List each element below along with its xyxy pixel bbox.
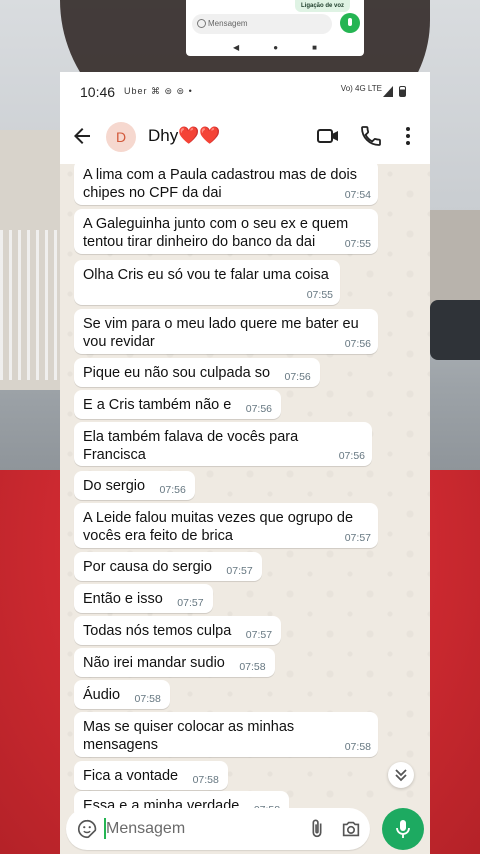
message-bubble[interactable]: Ela também falava de vocês para Francisc… — [74, 422, 372, 466]
scroll-down-icon[interactable] — [388, 762, 414, 788]
mini-back-icon: ◀ — [233, 42, 240, 52]
chat-header: D Dhy❤️❤️ — [60, 108, 430, 164]
mic-button[interactable] — [382, 808, 424, 850]
message-time: 07:56 — [159, 484, 186, 496]
input-bar: Mensagem — [60, 804, 430, 854]
mini-mic-icon — [340, 13, 360, 33]
message-bubble[interactable]: A Leide falou muitas vezes que ogrupo de… — [74, 503, 378, 548]
status-time: 10:46 — [80, 84, 116, 100]
message-text: Se vim para o meu lado quere me bater eu… — [83, 316, 359, 350]
message-bubble[interactable]: A Galeguinha junto com o seu ex e quem t… — [74, 209, 378, 254]
more-options-icon[interactable] — [396, 124, 420, 148]
message-time: 07:57 — [226, 565, 253, 577]
message-text: A Leide falou muitas vezes que ogrupo de… — [83, 510, 354, 544]
message-time: 07:56 — [338, 450, 365, 462]
message-time: 07:56 — [344, 338, 371, 350]
message-time: 07:56 — [284, 371, 311, 383]
camera-icon[interactable] — [340, 818, 362, 840]
message-time: 07:58 — [344, 741, 371, 753]
message-time: 07:58 — [134, 693, 161, 705]
message-time: 07:56 — [245, 403, 273, 415]
mic-icon — [396, 820, 410, 838]
mini-input-placeholder: Mensagem — [208, 19, 248, 28]
message-text: Então e isso — [83, 591, 163, 607]
status-notification-icons: Uber ⌘ ⊜ ⊜ • — [124, 86, 193, 96]
input-placeholder: Mensagem — [106, 820, 186, 837]
message-bubble[interactable]: Pique eu não sou culpada so 07:56 — [74, 358, 320, 387]
message-text: E a Cris também não e — [83, 397, 232, 413]
back-arrow-icon[interactable] — [70, 124, 94, 148]
message-bubble[interactable]: Fica a vontade 07:58 — [74, 761, 228, 790]
mini-emoji-icon — [197, 19, 206, 28]
message-bubble[interactable]: Então e isso 07:57 — [74, 584, 213, 613]
signal-icon — [383, 86, 393, 97]
mini-nav-bar: ◀ ● ■ — [186, 40, 364, 54]
message-text: Por causa do sergio — [83, 559, 212, 575]
message-time: 07:57 — [177, 597, 204, 609]
message-text: Olha Cris eu só vou te falar uma coisa — [83, 267, 329, 283]
message-text: Mas se quiser colocar as minhas mensagen… — [83, 719, 295, 753]
message-bubble[interactable]: Mas se quiser colocar as minhas mensagen… — [74, 712, 378, 757]
message-time: 07:55 — [306, 289, 333, 301]
message-time: 07:58 — [192, 774, 219, 786]
message-text: Pique eu não sou culpada so — [83, 365, 271, 381]
mini-call-badge: Ligação de voz — [294, 0, 350, 12]
message-input[interactable]: Mensagem — [66, 808, 370, 850]
audio-message-bubble[interactable]: Áudio 07:58 — [74, 680, 170, 709]
status-bar: 10:46 Uber ⌘ ⊜ ⊜ • Vo) 4G LTE — [60, 72, 430, 108]
background-gate — [0, 230, 62, 380]
emoji-sticker-icon[interactable] — [76, 818, 98, 840]
mini-home-icon: ● — [273, 42, 279, 52]
message-text: Não irei mandar sudio — [83, 655, 225, 671]
message-bubble[interactable]: Não irei mandar sudio 07:58 — [74, 648, 275, 677]
chat-area[interactable]: A lima com a Paula cadastrou mas de dois… — [60, 160, 430, 819]
message-bubble[interactable]: Todas nós temos culpa 07:57 — [74, 616, 282, 645]
video-call-icon[interactable] — [316, 124, 340, 148]
message-time: 07:57 — [245, 629, 273, 641]
message-bubble[interactable]: Do sergio 07:56 — [74, 471, 195, 500]
message-text: Do sergio — [83, 478, 146, 494]
status-network-text: Vo) 4G LTE — [340, 84, 382, 93]
message-text: A lima com a Paula cadastrou mas de dois… — [83, 167, 358, 201]
message-text: A Galeguinha junto com o seu ex e quem t… — [83, 216, 349, 250]
message-text: Áudio — [83, 687, 121, 703]
mini-phone-overlay: Ligação de voz Mensagem ◀ ● ■ — [186, 0, 364, 56]
message-bubble[interactable]: Por causa do sergio 07:57 — [74, 552, 262, 581]
background-car — [430, 300, 480, 360]
message-bubble[interactable]: Se vim para o meu lado quere me bater eu… — [74, 309, 378, 354]
message-time: 07:54 — [344, 189, 371, 201]
contact-name[interactable]: Dhy❤️❤️ — [148, 126, 221, 146]
message-time: 07:57 — [344, 532, 371, 544]
mini-message-input: Mensagem — [192, 14, 332, 34]
message-bubble[interactable]: A lima com a Paula cadastrou mas de dois… — [74, 160, 378, 205]
avatar[interactable]: D — [106, 122, 136, 152]
attach-icon[interactable] — [306, 818, 328, 840]
phone-call-icon[interactable] — [359, 124, 383, 148]
message-text: Fica a vontade — [83, 768, 179, 784]
message-time: 07:55 — [344, 238, 371, 250]
whatsapp-screen: 10:46 Uber ⌘ ⊜ ⊜ • Vo) 4G LTE D Dhy❤️❤️ … — [60, 72, 430, 854]
message-bubble[interactable]: Olha Cris eu só vou te falar uma coisa 0… — [74, 260, 340, 305]
message-text: Ela também falava de vocês para Francisc… — [83, 429, 299, 463]
message-bubble[interactable]: E a Cris também não e 07:56 — [74, 390, 282, 419]
message-text: Todas nós temos culpa — [83, 623, 232, 639]
battery-icon — [399, 86, 406, 97]
mini-recents-icon: ■ — [312, 42, 317, 52]
message-time: 07:58 — [239, 661, 266, 673]
